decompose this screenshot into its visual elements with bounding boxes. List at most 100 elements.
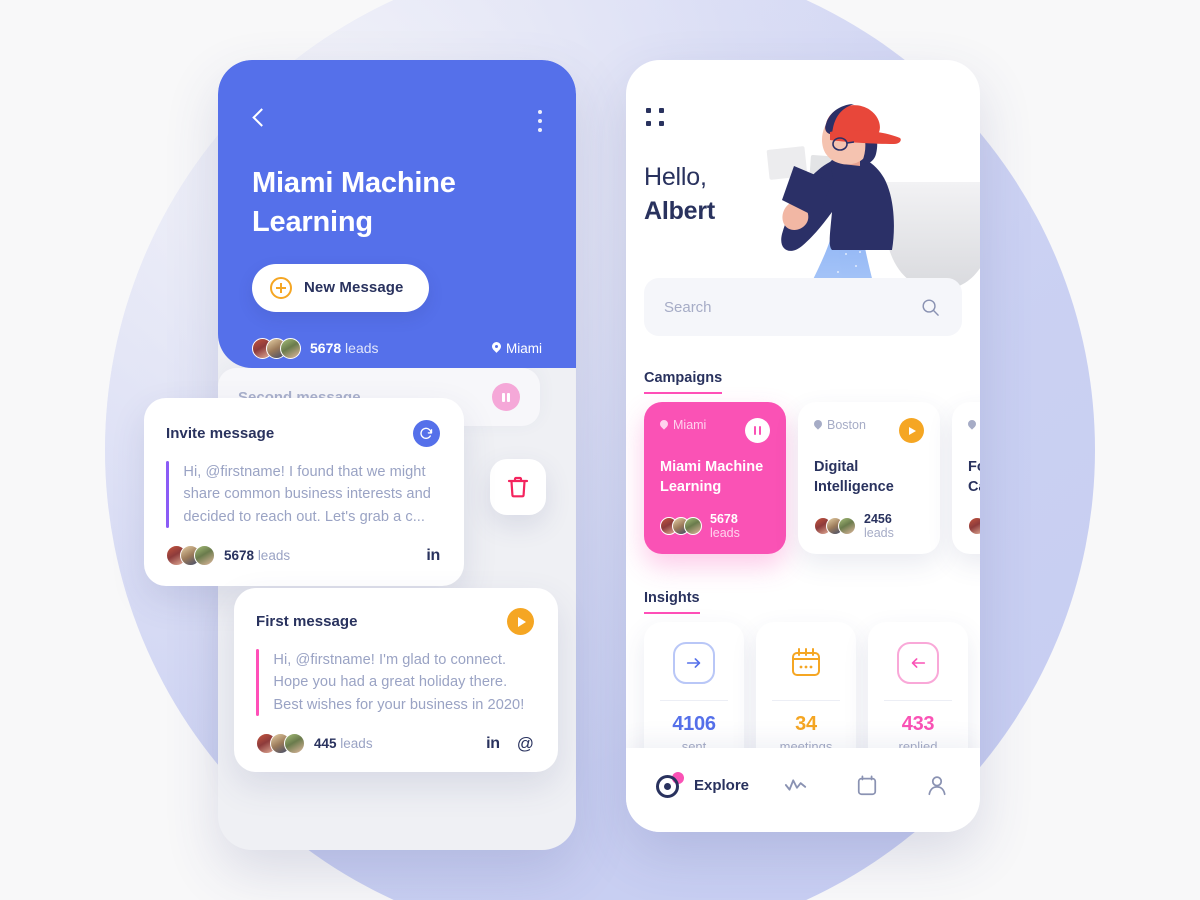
campaign-name: Founders Campaign bbox=[968, 459, 980, 495]
leads-count-text: 5678 leads bbox=[710, 512, 770, 540]
calendar-icon[interactable] bbox=[856, 774, 878, 797]
leads-count-text: 5678 leads bbox=[310, 340, 379, 356]
campaign-location: Miami bbox=[660, 418, 706, 432]
bottom-navigation: Explore bbox=[626, 748, 980, 832]
divider bbox=[772, 700, 840, 702]
refresh-icon[interactable] bbox=[413, 420, 440, 447]
location-badge: Miami bbox=[492, 341, 542, 356]
leads-unit: leads bbox=[257, 548, 291, 564]
campaign-location-label: Boston bbox=[827, 418, 866, 432]
campaign-location: Boston bbox=[814, 418, 866, 432]
campaign-card-top: Miami bbox=[660, 418, 770, 443]
first-message-card[interactable]: First message Hi, @firstname! I'm glad t… bbox=[234, 588, 558, 773]
avatar bbox=[280, 337, 301, 359]
greeting-line-1: Hello, bbox=[644, 163, 707, 191]
leads-unit: leads bbox=[710, 526, 740, 540]
accent-bar bbox=[256, 649, 260, 717]
page-title: Miami Machine Learning bbox=[252, 167, 456, 238]
avatar-group bbox=[256, 733, 305, 755]
accent-bar bbox=[166, 461, 170, 529]
pause-icon[interactable] bbox=[492, 383, 520, 411]
leads-unit: leads bbox=[345, 340, 379, 357]
insight-value: 4106 bbox=[672, 713, 716, 736]
screenshot-stage: Miami Machine Learning New Message 5678 … bbox=[0, 0, 1200, 900]
leads-count: 5678 bbox=[310, 340, 342, 357]
arrow-right-icon bbox=[673, 642, 715, 684]
invite-message-card[interactable]: Invite message Hi, @firstname! I found t… bbox=[144, 398, 464, 587]
search-placeholder: Search bbox=[664, 298, 712, 316]
card-footer: 5678 leads in bbox=[166, 545, 440, 567]
header-footer: 5678 leads Miami bbox=[252, 337, 542, 359]
leads-summary: 445 leads bbox=[256, 733, 373, 755]
nav-items bbox=[784, 774, 948, 797]
campaigns-section-title: Campaigns bbox=[644, 370, 723, 394]
linkedin-icon[interactable]: in bbox=[486, 735, 500, 753]
card-title: Invite message bbox=[166, 425, 275, 442]
map-pin-icon bbox=[660, 420, 668, 431]
divider bbox=[884, 700, 952, 702]
user-icon[interactable] bbox=[926, 774, 948, 797]
search-input[interactable]: Search bbox=[644, 278, 962, 336]
new-message-label: New Message bbox=[304, 279, 404, 297]
leads-count: 2456 bbox=[864, 512, 892, 526]
campaign-leads: 2456 leads bbox=[814, 512, 924, 540]
avatar-group bbox=[814, 517, 856, 535]
greeting: Hello, Albert bbox=[644, 160, 715, 228]
location-label: Miami bbox=[506, 340, 542, 356]
leads-count: 5678 bbox=[224, 548, 255, 564]
channel-icons: in bbox=[426, 547, 440, 565]
arrow-left-icon bbox=[897, 642, 939, 684]
insight-value: 433 bbox=[901, 713, 935, 736]
map-pin-icon bbox=[814, 420, 822, 431]
avatar-group bbox=[660, 517, 702, 535]
campaign-location: New York bbox=[968, 418, 980, 432]
campaign-card-new-york[interactable]: New York Founders Campaign bbox=[952, 402, 980, 554]
leads-count-text: 5678 leads bbox=[224, 548, 290, 563]
message-body: Hi, @firstname! I found that we might sh… bbox=[183, 464, 431, 525]
grid-dots-icon[interactable] bbox=[646, 108, 664, 126]
campaign-card-top: New York bbox=[968, 418, 980, 443]
leads-summary: 5678 leads bbox=[252, 337, 379, 359]
right-phone-screen: Hello, Albert Search Campaigns Miami Mia… bbox=[626, 60, 980, 832]
campaign-card-miami[interactable]: Miami Miami Machine Learning 5678 leads bbox=[644, 402, 786, 554]
play-glyph bbox=[518, 616, 526, 627]
leads-count-text: 2456 leads bbox=[864, 512, 924, 540]
refresh-glyph bbox=[420, 427, 433, 440]
leads-summary: 5678 leads bbox=[166, 545, 290, 567]
avatar-group bbox=[166, 545, 215, 567]
campaign-name: Miami Machine Learning bbox=[660, 459, 764, 495]
trash-icon bbox=[507, 476, 529, 498]
nav-item-explore[interactable]: Explore bbox=[656, 772, 749, 798]
play-icon[interactable] bbox=[507, 608, 534, 635]
insights-section-title: Insights bbox=[644, 590, 700, 614]
insight-value: 34 bbox=[795, 713, 817, 736]
campaigns-list[interactable]: Miami Miami Machine Learning 5678 leads … bbox=[644, 402, 980, 554]
activity-icon[interactable] bbox=[784, 776, 808, 794]
delete-message-button[interactable] bbox=[490, 459, 546, 515]
nav-item-label: Explore bbox=[694, 776, 750, 794]
email-icon[interactable]: @ bbox=[517, 735, 534, 752]
leads-count: 5678 bbox=[710, 512, 738, 526]
pause-icon[interactable] bbox=[745, 418, 770, 443]
leads-count: 445 bbox=[314, 736, 337, 752]
plus-circle-icon bbox=[270, 276, 292, 299]
target-icon bbox=[656, 772, 684, 798]
avatar bbox=[284, 733, 305, 755]
linkedin-icon[interactable]: in bbox=[426, 547, 440, 565]
campaign-location-label: Miami bbox=[673, 418, 707, 432]
campaign-leads: 5678 leads bbox=[660, 512, 770, 540]
search-icon[interactable] bbox=[921, 298, 940, 317]
chevron-left-icon[interactable] bbox=[252, 106, 268, 130]
header-toolbar bbox=[252, 106, 542, 132]
campaign-card-boston[interactable]: Boston Digital Intelligence 2456 leads bbox=[798, 402, 940, 554]
new-message-button[interactable]: New Message bbox=[252, 263, 430, 312]
leads-unit: leads bbox=[340, 736, 373, 752]
campaign-card-top: Boston bbox=[814, 418, 924, 443]
play-icon[interactable] bbox=[899, 418, 924, 443]
avatar bbox=[684, 517, 702, 535]
kebab-menu-icon[interactable] bbox=[537, 106, 542, 132]
card-header: First message bbox=[256, 608, 534, 635]
campaign-leads: 1442 leads bbox=[968, 512, 980, 540]
avatar-group bbox=[968, 517, 980, 535]
card-title: First message bbox=[256, 613, 358, 630]
